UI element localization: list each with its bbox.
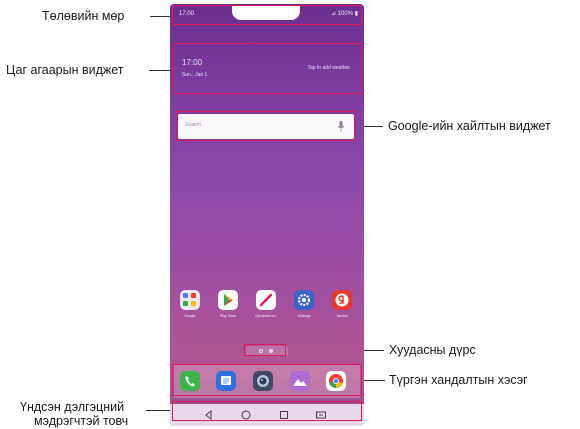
home-touch-buttons-label-line2: мэдрэгчтэй товч	[34, 414, 129, 428]
app-label: Google	[184, 314, 196, 318]
page-icon-highlight	[244, 344, 286, 356]
app-play-store[interactable]: Play Store	[210, 290, 246, 326]
google-search-highlight	[176, 111, 356, 141]
weather-widget-label: Цаг агаарын виджет	[6, 63, 124, 77]
weather-widget-highlight	[173, 43, 362, 94]
quick-access-label: Түргэн хандалтын хэсэг	[389, 373, 528, 387]
status-bar-leader	[150, 16, 170, 17]
play-store-icon	[218, 290, 238, 310]
home-app-row: Google Play Store QuickMemo+ Settings Ya…	[170, 290, 364, 326]
quick-access-highlight	[172, 364, 362, 396]
app-label: Settings	[297, 314, 311, 318]
home-touch-buttons-leader	[146, 410, 172, 411]
app-yandex[interactable]: Yandex	[324, 290, 360, 326]
page-icon-label: Хуудасны дүрс	[389, 343, 476, 357]
app-quickmemo[interactable]: QuickMemo+	[248, 290, 284, 326]
home-touch-buttons-highlight	[172, 401, 362, 421]
app-label: Yandex	[336, 314, 348, 318]
app-label: Play Store	[219, 314, 237, 318]
quick-access-leader	[362, 380, 385, 381]
yandex-icon	[332, 290, 352, 310]
home-touch-buttons-label-line1: Үндсэн дэлгэцний	[20, 400, 125, 414]
google-folder-icon	[180, 290, 200, 310]
app-label: QuickMemo+	[255, 314, 277, 318]
status-bar-label: Төлөвийн мөр	[42, 9, 125, 23]
app-google-folder[interactable]: Google	[172, 290, 208, 326]
app-settings[interactable]: Settings	[286, 290, 322, 326]
quickmemo-icon	[256, 290, 276, 310]
status-bar-highlight	[172, 5, 362, 25]
settings-icon	[294, 290, 314, 310]
google-search-widget-label: Google-ийн хайлтын виджет	[388, 119, 551, 133]
